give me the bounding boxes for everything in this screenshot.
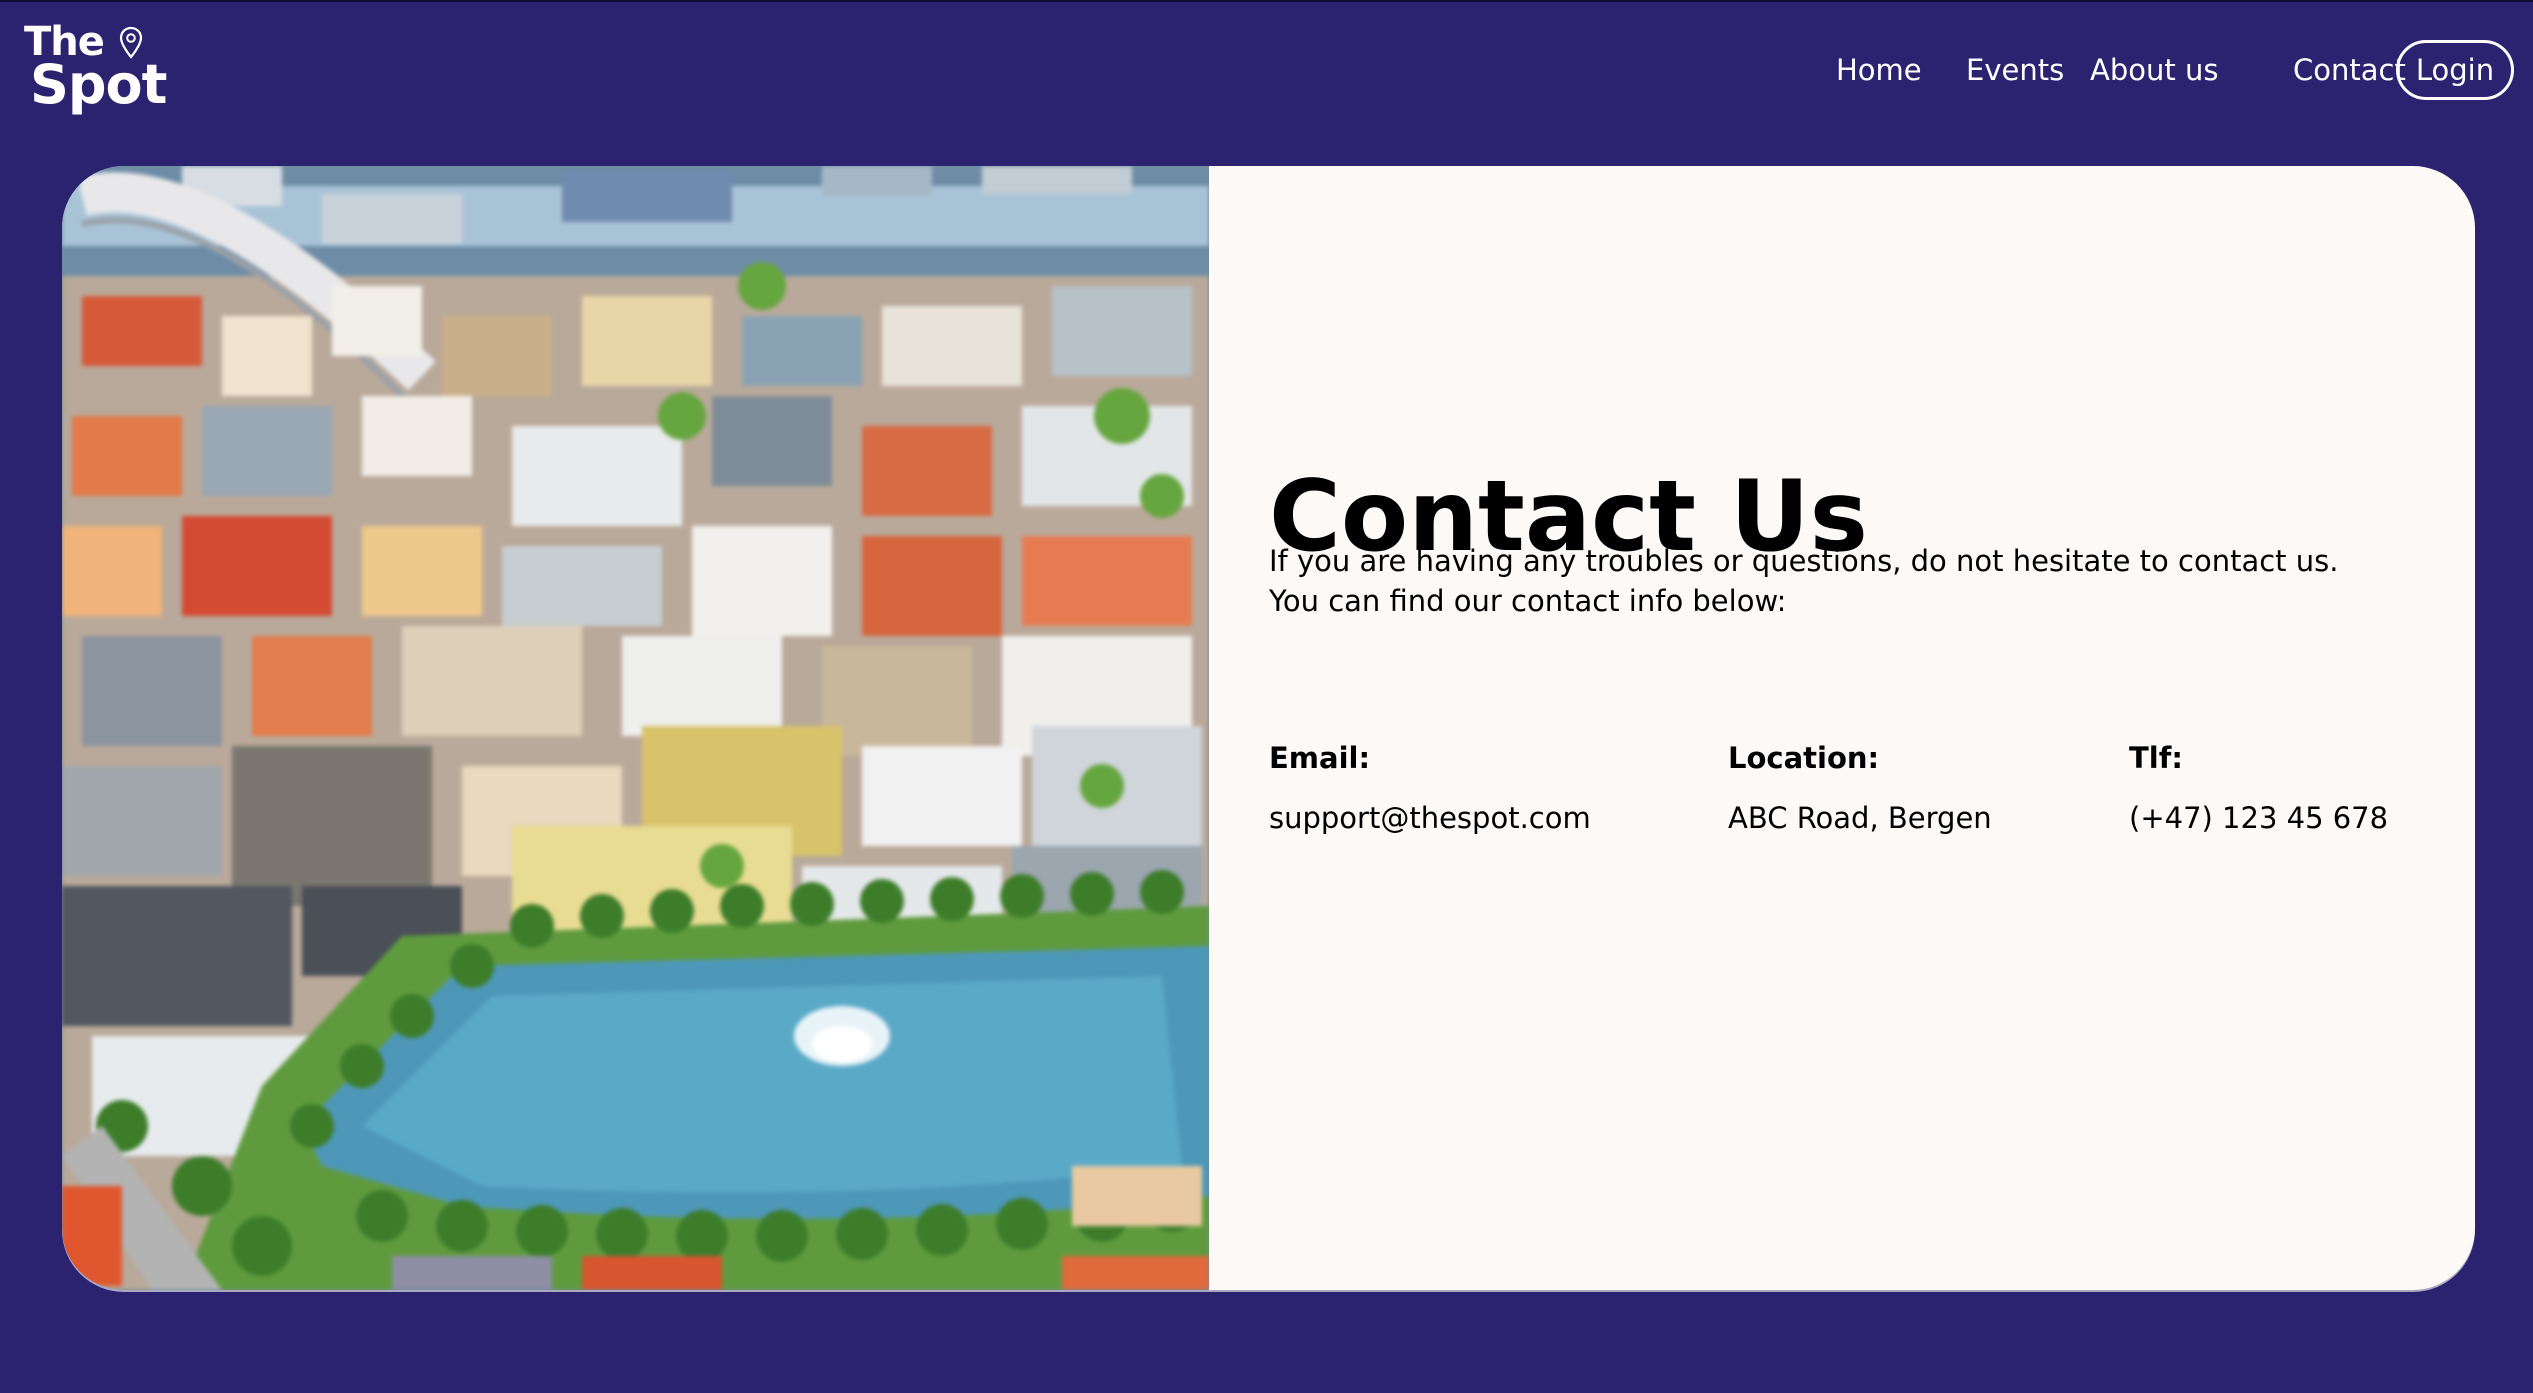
hero-photo: [62, 166, 1209, 1290]
location-label: Location:: [1728, 741, 1880, 775]
email-label: Email:: [1269, 741, 1371, 775]
contact-intro-text: If you are having any troubles or questi…: [1269, 544, 2339, 618]
login-button[interactable]: Login: [2396, 40, 2514, 100]
nav-home-link[interactable]: Home: [1836, 48, 1922, 92]
phone-value: (+47) 123 45 678: [2129, 801, 2389, 835]
nav-about-link[interactable]: About us: [2090, 48, 2218, 92]
site-header: The Spot Home Events About us Contact Lo…: [0, 0, 2533, 140]
nav-contact-link[interactable]: Contact: [2293, 48, 2406, 92]
phone-label: Tlf:: [2129, 741, 2183, 775]
contact-card: Contact Us If you are having any trouble…: [62, 166, 2475, 1290]
site-logo[interactable]: The Spot: [24, 20, 174, 116]
nav-events-link[interactable]: Events: [1966, 48, 2064, 92]
logo-line-spot: Spot: [30, 53, 167, 116]
location-value: ABC Road, Bergen: [1728, 801, 1992, 835]
aerial-city-lake-photo: [62, 166, 1209, 1290]
contact-content: Contact Us If you are having any trouble…: [1269, 166, 2419, 1290]
email-value: support@thespot.com: [1269, 801, 1591, 835]
